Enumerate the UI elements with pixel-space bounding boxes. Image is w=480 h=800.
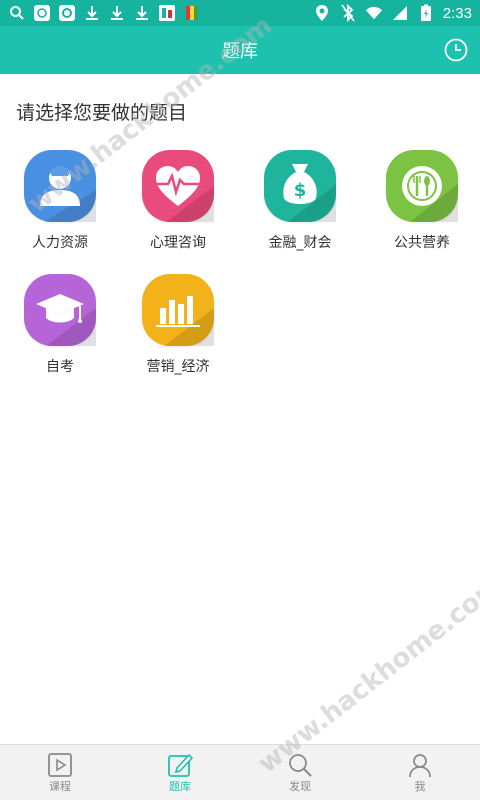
bluetooth-off-icon <box>339 4 357 22</box>
tab-label: 课程 <box>49 779 71 793</box>
app-notification-icon <box>158 4 176 22</box>
category-psychological-counseling[interactable]: 心理咨询 <box>118 150 238 252</box>
svg-text:$: $ <box>294 180 307 201</box>
category-finance-accounting[interactable]: $ 金融_财会 <box>240 150 360 252</box>
category-label: 金融_财会 <box>268 235 332 251</box>
location-icon <box>313 4 331 22</box>
clock-icon <box>444 38 468 62</box>
main-content: 请选择您要做的题目 人力资源 心理咨询 $ 金融_财会 公共营养 自考 营销_经… <box>0 74 480 744</box>
tab-label: 我 <box>414 779 426 793</box>
category-public-nutrition[interactable]: 公共营养 <box>362 150 480 252</box>
heart-pulse-icon <box>142 150 214 222</box>
bottom-nav: 课程 题库 发现 我 <box>0 744 480 800</box>
category-marketing-economics[interactable]: 营销_经济 <box>118 274 238 376</box>
status-bar: 2:33 <box>0 0 480 26</box>
search-icon <box>289 753 312 777</box>
user-icon <box>409 753 431 777</box>
tab-discover[interactable]: 发现 <box>240 745 360 800</box>
history-button[interactable] <box>444 38 468 62</box>
signal-icon <box>391 4 409 22</box>
battery-icon <box>417 4 435 22</box>
tab-courses[interactable]: 课程 <box>0 745 120 800</box>
chat-notification-icon <box>58 4 76 22</box>
category-label: 营销_经济 <box>146 359 210 375</box>
app-notification-icon <box>183 4 201 22</box>
tab-label: 题库 <box>169 779 191 793</box>
wifi-icon <box>365 4 383 22</box>
tab-me[interactable]: 我 <box>360 745 480 800</box>
category-human-resources[interactable]: 人力资源 <box>0 150 120 252</box>
tab-question-bank[interactable]: 题库 <box>120 745 240 800</box>
category-label: 公共营养 <box>394 235 450 251</box>
tab-label: 发现 <box>289 779 311 793</box>
download-icon <box>83 4 101 22</box>
money-bag-icon: $ <box>264 150 336 222</box>
page-title: 题库 <box>222 41 258 62</box>
category-label: 人力资源 <box>32 235 88 251</box>
person-icon <box>24 150 96 222</box>
graduation-cap-icon <box>24 274 96 346</box>
app-notification-icon <box>33 4 51 22</box>
download-icon <box>133 4 151 22</box>
title-bar: 题库 <box>0 26 480 74</box>
status-time: 2:33 <box>442 4 472 22</box>
edit-icon <box>168 753 193 777</box>
category-self-study-exam[interactable]: 自考 <box>0 274 120 376</box>
category-label: 心理咨询 <box>150 235 206 251</box>
plate-utensils-icon <box>386 150 458 222</box>
play-icon <box>48 752 72 777</box>
bar-chart-icon <box>142 274 214 346</box>
search-icon <box>8 4 26 22</box>
download-icon <box>108 4 126 22</box>
section-prompt: 请选择您要做的题目 <box>16 102 188 124</box>
category-label: 自考 <box>46 359 74 375</box>
